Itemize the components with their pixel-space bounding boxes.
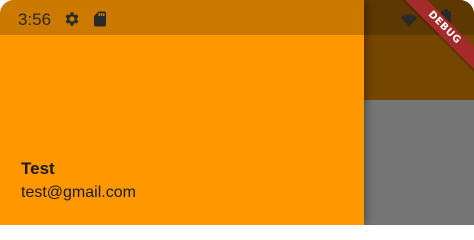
app-screen: Test test@gmail.com 3:56 DEBUG (0, 0, 474, 225)
wifi-icon (400, 14, 418, 27)
status-bar: 3:56 (0, 0, 474, 35)
status-time: 3:56 (18, 10, 52, 29)
gear-icon (65, 12, 79, 26)
account-email: test@gmail.com (21, 184, 136, 201)
sd-card-icon (94, 11, 106, 27)
account-name: Test (21, 159, 55, 178)
